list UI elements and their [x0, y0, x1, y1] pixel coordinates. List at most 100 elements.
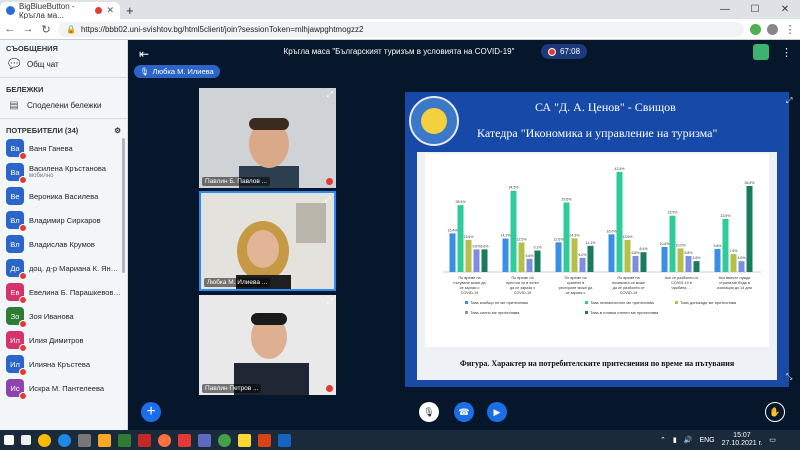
- user-name: Владимир Сирхаров: [29, 215, 101, 225]
- app-icon[interactable]: [198, 433, 211, 447]
- user-list-item[interactable]: Ве Вероника Василева: [0, 184, 122, 208]
- uk-flag-icon[interactable]: [138, 433, 151, 447]
- expand-icon[interactable]: ⤢: [327, 297, 333, 307]
- minimize-button[interactable]: —: [710, 0, 740, 19]
- browser-menu-icon[interactable]: ⋮: [784, 23, 796, 36]
- muted-mic-icon: [19, 392, 27, 400]
- file-explorer-icon[interactable]: [98, 433, 111, 447]
- slide-body: 16.4% 28.4% 13.6% 9.6% 9.6% По време на пътува…: [417, 152, 777, 380]
- webcam-tile[interactable]: ⤢ Павлин Петров ...: [199, 295, 336, 395]
- profile-avatar-icon[interactable]: [767, 23, 778, 35]
- user-device-label: мобилно: [29, 173, 54, 179]
- user-list-item[interactable]: Ва Ваня Ганева: [0, 136, 122, 160]
- chart-bar: [608, 234, 615, 272]
- recording-timer[interactable]: 67:08: [541, 44, 588, 59]
- close-tab-icon[interactable]: ✕: [106, 5, 114, 16]
- powerpoint-icon[interactable]: [258, 433, 271, 447]
- data-label: 36.5%: [745, 181, 755, 185]
- maximize-button[interactable]: ☐: [740, 0, 770, 19]
- divider: [0, 77, 127, 78]
- unmute-mic-button[interactable]: 🎙: [419, 402, 439, 422]
- back-icon[interactable]: ←: [4, 23, 16, 35]
- edge-icon[interactable]: [58, 433, 71, 447]
- chart-area: 16.4% 28.4% 13.6% 9.6% 9.6% По време на пътува…: [425, 154, 769, 347]
- user-list-item[interactable]: Ил Илияна Кръстева: [0, 352, 122, 376]
- category-label: По време на: [564, 276, 587, 280]
- excel-icon[interactable]: [118, 433, 131, 447]
- volume-icon[interactable]: 🔊: [684, 436, 693, 444]
- user-avatar: Ва: [6, 163, 27, 184]
- chart-bar: [685, 255, 692, 272]
- app-icon[interactable]: [78, 433, 91, 447]
- public-chat-item[interactable]: 💬 Общ чат: [0, 55, 127, 74]
- network-icon[interactable]: ▮: [673, 436, 677, 444]
- language-indicator[interactable]: ENG: [699, 437, 714, 444]
- webcam-label[interactable]: Павлин Б. Павлов ...: [202, 177, 271, 186]
- notifications-icon[interactable]: ▭: [769, 436, 776, 444]
- data-label: 12.6%: [554, 237, 564, 241]
- data-label: 10.0%: [676, 243, 686, 247]
- tray-chevron-icon[interactable]: ⌃: [660, 436, 666, 444]
- minimize-presentation-icon[interactable]: ⤡: [786, 372, 792, 382]
- clock[interactable]: 15:07 27.10.2021 г.: [722, 432, 763, 448]
- browser-tab-active[interactable]: BigBlueButton - Кръгла ма... ✕: [0, 1, 120, 20]
- windows-start-icon[interactable]: [4, 435, 14, 445]
- user-list-item[interactable]: ЕвЕвелина Б. Парашкевова-В...: [0, 280, 122, 304]
- expand-icon[interactable]: ⤢: [327, 90, 333, 100]
- raise-hand-button[interactable]: ✋: [765, 402, 785, 422]
- webcam-label[interactable]: Павлин Петров ...: [202, 384, 262, 393]
- forward-icon[interactable]: →: [22, 23, 34, 35]
- chart-bar: [502, 238, 509, 272]
- webcam-tile[interactable]: ⤢ Павлин Б. Павлов ...: [199, 88, 336, 188]
- reload-icon[interactable]: ↻: [40, 23, 52, 36]
- presentation-slide[interactable]: СА "Д. А. Ценов" - Свищов Катедра "Иконо…: [405, 92, 789, 387]
- data-label: 16.0%: [607, 229, 617, 233]
- chart-bar: [526, 258, 533, 272]
- user-list-item[interactable]: До доц. д-р Мариана К. Янева: [0, 256, 122, 280]
- chrome-icon[interactable]: [38, 433, 51, 447]
- webcam-label[interactable]: Любка М. Илиева ...: [204, 278, 271, 287]
- new-tab-button[interactable]: +: [120, 2, 140, 19]
- category-label: Ако вместо нужда: [719, 276, 752, 280]
- data-label: 14.2%: [501, 234, 511, 238]
- app-icon[interactable]: [218, 433, 231, 447]
- user-options-gear-icon[interactable]: ⚙: [114, 126, 121, 135]
- user-list-scrollbar[interactable]: [122, 138, 125, 273]
- lock-icon: 🔒: [66, 24, 76, 34]
- user-list-item[interactable]: Ис Искра М. Пантелеева: [0, 376, 122, 400]
- webcam-video: [199, 295, 336, 395]
- extension-icon[interactable]: [750, 23, 761, 35]
- category-label: пътуване може да: [453, 281, 486, 285]
- muted-mic-icon: [19, 320, 27, 328]
- shared-notes-item[interactable]: ▤ Споделени бележки: [0, 96, 127, 115]
- user-avatar: Ис: [6, 379, 27, 400]
- user-list-item[interactable]: Ва Василена Кръстанова мобилно: [0, 160, 122, 184]
- category-label: COVID-19 в: [671, 281, 692, 285]
- user-list-item[interactable]: Ил Илия Димитров: [0, 328, 122, 352]
- word-icon[interactable]: [278, 433, 291, 447]
- user-list-item[interactable]: Вл Владимир Сирхаров: [0, 208, 122, 232]
- app-icon[interactable]: [178, 433, 191, 447]
- task-view-icon[interactable]: [21, 435, 31, 445]
- firefox-icon[interactable]: [158, 433, 171, 447]
- options-menu-icon[interactable]: ⋮: [781, 46, 792, 59]
- webcam-video: [201, 193, 334, 289]
- fullscreen-icon[interactable]: ⤢: [786, 96, 792, 106]
- tab-title: BigBlueButton - Кръгла ма...: [19, 1, 75, 20]
- webcam-tile[interactable]: ⤢ Любка М. Илиева ...: [199, 191, 336, 291]
- webcam-button[interactable]: ▶: [487, 402, 507, 422]
- slide-title: СА "Д. А. Ценов" - Свищов: [535, 100, 676, 114]
- chart-bar: [730, 254, 737, 272]
- expand-icon[interactable]: ⤢: [325, 195, 331, 205]
- actions-plus-button[interactable]: +: [141, 402, 161, 422]
- close-window-button[interactable]: ✕: [770, 0, 800, 19]
- user-list-item[interactable]: Зо Зоя Иванова: [0, 304, 122, 328]
- audio-phone-button[interactable]: ☎: [454, 402, 474, 422]
- app-icon[interactable]: [238, 433, 251, 447]
- legend-label: Това незначително ме притеснява: [590, 300, 655, 305]
- connection-status-icon[interactable]: [753, 44, 769, 60]
- chart-bar: [449, 233, 456, 272]
- user-list-item[interactable]: Вл Владислав Крумов: [0, 232, 122, 256]
- url-field[interactable]: 🔒 https://bbb02.uni-svishtov.bg/html5cli…: [58, 21, 744, 37]
- data-label: 10.6%: [660, 242, 670, 246]
